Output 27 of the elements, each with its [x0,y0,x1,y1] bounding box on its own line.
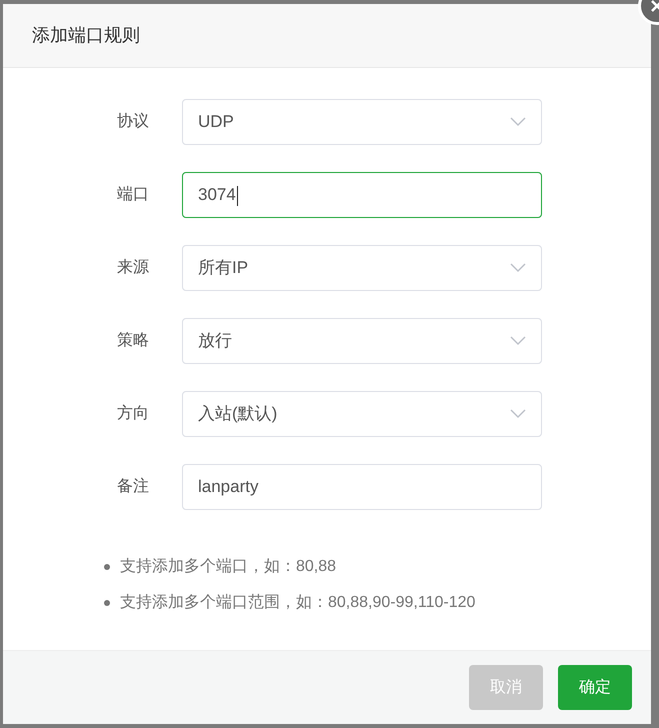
select-field[interactable]: UDP [182,99,542,145]
input-field[interactable]: 3074 [182,172,542,218]
note-text: 支持添加多个端口，如：80,88 [120,556,336,577]
field-value: 放行 [198,330,233,352]
select-field[interactable]: 放行 [182,318,542,364]
chevron-down-icon [510,263,526,273]
field-label: 策略 [117,331,150,351]
chevron-down-icon [510,336,526,346]
select-field[interactable]: 所有IP [182,245,542,291]
field-label: 端口 [117,184,150,205]
field-value: lanparty [198,476,260,498]
field-value: 入站(默认) [198,403,278,426]
bullet-icon [104,564,110,570]
chevron-down-icon [510,409,526,419]
select-field[interactable]: 入站(默认) [182,391,542,437]
field-value: UDP [198,111,235,134]
field-value: 所有IP [198,257,250,280]
field-label: 方向 [117,404,150,424]
note-text: 支持添加多个端口范围，如：80,88,90-99,110-120 [120,592,476,613]
bullet-icon [104,600,110,606]
input-field[interactable]: lanparty [182,464,542,510]
dialog-title: 添加端口规则 [32,24,140,47]
field-label: 备注 [117,476,150,497]
field-value: 3074 [198,184,239,208]
field-label: 来源 [117,258,150,278]
chevron-down-icon [510,117,526,127]
field-label: 协议 [117,112,150,132]
